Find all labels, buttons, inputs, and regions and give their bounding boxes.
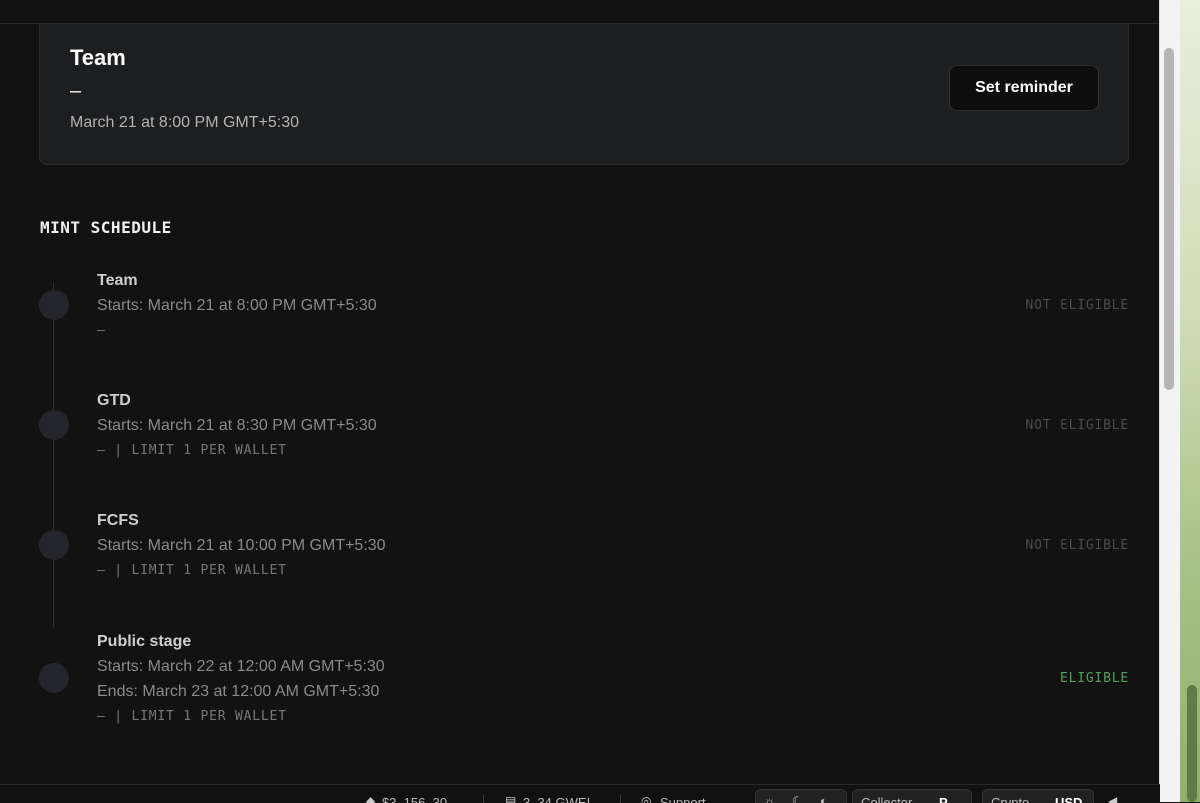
stage-start: Starts: March 22 at 12:00 AM GMT+5:30 — [97, 658, 385, 675]
stage-status: NOT ELIGIBLE — [1025, 298, 1129, 313]
card-title: Team — [70, 45, 126, 70]
timeline-dot — [39, 290, 69, 320]
stage-meta: – | LIMIT 1 PER WALLET — [97, 709, 287, 724]
theme-toggle[interactable]: ☼ ☾ ◐ — [755, 789, 847, 803]
page-scrollbar-thumb[interactable] — [1164, 48, 1174, 390]
stage-status: ELIGIBLE — [1059, 671, 1129, 686]
stage-start: Starts: March 21 at 8:00 PM GMT+5:30 — [97, 297, 377, 314]
stage-status: NOT ELIGIBLE — [1025, 538, 1129, 553]
background-window-strip — [1180, 0, 1200, 802]
stage-meta: – | LIMIT 1 PER WALLET — [97, 443, 287, 458]
timeline-line — [53, 282, 54, 627]
stage-meta: – | LIMIT 1 PER WALLET — [97, 563, 287, 578]
stage-name: Public stage — [97, 633, 192, 650]
mint-schedule-title: MINT SCHEDULE — [40, 218, 172, 237]
card-date: March 21 at 8:00 PM GMT+5:30 — [70, 114, 299, 131]
background-scrollbar-thumb — [1187, 685, 1197, 802]
footer-bar: ◆ $3, 156. 30 ▤ 3. 34 GWEI ◎ Support ☼ ☾… — [0, 784, 1160, 803]
stage-start: Starts: March 21 at 8:30 PM GMT+5:30 — [97, 417, 377, 434]
stage-name: FCFS — [97, 512, 139, 529]
stage-start: Starts: March 21 at 10:00 PM GMT+5:30 — [97, 537, 386, 554]
timeline-dot — [39, 663, 69, 693]
stage-name: GTD — [97, 392, 131, 409]
top-bar — [0, 0, 1160, 24]
stage-status: NOT ELIGIBLE — [1025, 418, 1129, 433]
main-content: Team – March 21 at 8:00 PM GMT+5:30 Set … — [0, 24, 1158, 784]
currency-toggle[interactable]: Crypto USD — [982, 789, 1094, 803]
current-stage-card: Team – March 21 at 8:00 PM GMT+5:30 Set … — [39, 24, 1129, 165]
card-dash: – — [70, 80, 82, 102]
set-reminder-button[interactable]: Set reminder — [949, 65, 1099, 111]
stage-end: Ends: March 23 at 12:00 AM GMT+5:30 — [97, 683, 380, 700]
timeline-dot — [39, 410, 69, 440]
timeline-dot — [39, 530, 69, 560]
collector-toggle[interactable]: Collector P — [852, 789, 972, 803]
stage-name: Team — [97, 272, 138, 289]
stage-meta: – — [97, 323, 106, 338]
